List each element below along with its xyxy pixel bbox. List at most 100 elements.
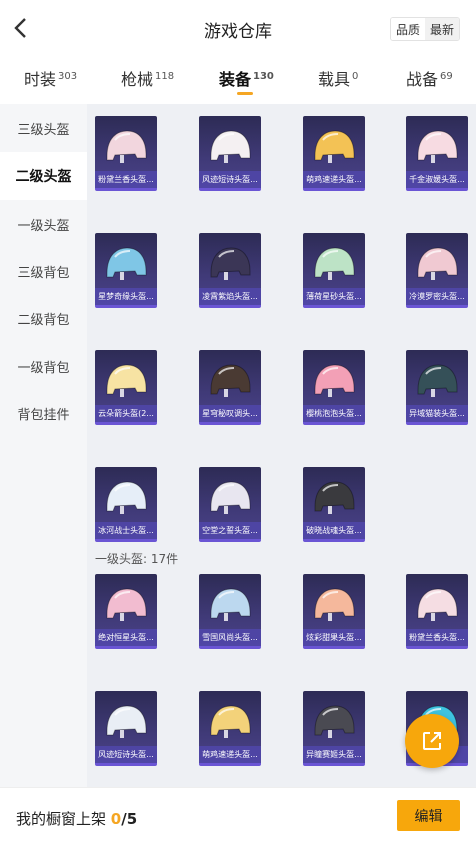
helmet-icon bbox=[417, 364, 458, 397]
item-card-label: 异域猫装头盔... bbox=[406, 405, 468, 422]
item-card[interactable]: 绝对恒星头盔... bbox=[95, 574, 157, 649]
tab-label: 载具 bbox=[318, 70, 351, 89]
helmet-icon bbox=[417, 130, 458, 163]
header: 游戏仓库 品质 最新 bbox=[0, 0, 476, 56]
item-card-label: 炫彩甜果头盔... bbox=[303, 629, 365, 646]
item-card-label: 凌霄紫焰头盔... bbox=[199, 288, 261, 305]
item-card[interactable]: 云朵箭头盔(2... bbox=[95, 350, 157, 425]
helmet-icon bbox=[210, 481, 251, 514]
item-card-label: 雪国风尚头盔... bbox=[199, 629, 261, 646]
tab-guns[interactable]: 枪械 118 bbox=[121, 66, 174, 90]
item-card[interactable]: 星穹秘叹调头... bbox=[199, 350, 261, 425]
helmet-icon bbox=[314, 481, 355, 514]
item-card-label: 薄荷星砂头盔... bbox=[303, 288, 365, 305]
item-card[interactable]: 千金淑媛头盔... bbox=[406, 116, 468, 191]
item-card-label: 冰河战士头盔... bbox=[95, 522, 157, 539]
helmet-icon bbox=[314, 364, 355, 397]
helmet-icon bbox=[106, 247, 147, 280]
tab-count: 303 bbox=[58, 70, 78, 82]
item-card[interactable]: 萌鸡速递头盔... bbox=[199, 691, 261, 766]
helmet-icon bbox=[210, 247, 251, 280]
item-card-label: 风迹短诗头盔... bbox=[199, 171, 261, 188]
tab-vehicles[interactable]: 载具 0 bbox=[318, 66, 358, 90]
item-card[interactable]: 冰河战士头盔... bbox=[95, 467, 157, 542]
tab-equipment[interactable]: 装备 130 bbox=[219, 66, 274, 90]
tab-fashion[interactable]: 时装 303 bbox=[24, 66, 77, 90]
active-tab-indicator bbox=[237, 92, 253, 95]
item-card-label: 绝对恒星头盔... bbox=[95, 629, 157, 646]
item-card-label: 粉黛兰香头盔... bbox=[406, 629, 468, 646]
item-card[interactable]: 粉黛兰香头盔... bbox=[406, 574, 468, 649]
helmet-icon bbox=[106, 705, 147, 738]
item-card[interactable]: 空堂之誓头盔... bbox=[199, 467, 261, 542]
external-link-icon bbox=[423, 732, 441, 750]
sidebar-item-level2-backpack[interactable]: 二级背包 bbox=[0, 294, 87, 342]
showcase-status: 我的橱窗上架 0/5 bbox=[16, 808, 137, 829]
footer-bar: 我的橱窗上架 0/5 编辑 bbox=[0, 787, 476, 843]
sidebar-item-level1-helmet[interactable]: 一级头盔 bbox=[0, 200, 87, 248]
item-card-label: 星穹秘叹调头... bbox=[199, 405, 261, 422]
helmet-icon bbox=[106, 588, 147, 621]
item-card[interactable]: 薄荷星砂头盔... bbox=[303, 233, 365, 308]
item-card[interactable]: 冷漠罗密头盔... bbox=[406, 233, 468, 308]
showcase-total: /5 bbox=[121, 810, 138, 828]
sidebar-item-level3-helmet[interactable]: 三级头盔 bbox=[0, 104, 87, 152]
sidebar-item-level3-backpack[interactable]: 三级背包 bbox=[0, 247, 87, 295]
item-card[interactable]: 雪国风尚头盔... bbox=[199, 574, 261, 649]
item-card[interactable]: 异域猫装头盔... bbox=[406, 350, 468, 425]
item-card-label: 风迹短诗头盔... bbox=[95, 746, 157, 763]
tab-count: 0 bbox=[352, 70, 359, 82]
helmet-icon bbox=[314, 130, 355, 163]
tab-label: 装备 bbox=[219, 70, 252, 89]
showcase-label: 我的橱窗上架 bbox=[16, 810, 107, 828]
sort-option-latest[interactable]: 最新 bbox=[425, 18, 459, 40]
helmet-icon bbox=[106, 481, 147, 514]
helmet-icon bbox=[106, 130, 147, 163]
item-card-label: 萌鸡速递头盔... bbox=[303, 171, 365, 188]
sidebar-item-level2-helmet[interactable]: 二级头盔 bbox=[0, 152, 87, 200]
item-card-label: 破晓战魂头盔... bbox=[303, 522, 365, 539]
sidebar-item-level1-backpack[interactable]: 一级背包 bbox=[0, 342, 87, 390]
helmet-icon bbox=[314, 588, 355, 621]
item-card-label: 粉黛兰香头盔... bbox=[95, 171, 157, 188]
item-card[interactable]: 粉黛兰香头盔... bbox=[95, 116, 157, 191]
item-card[interactable]: 异瞳赛姬头盔... bbox=[303, 691, 365, 766]
item-card-label: 萌鸡速递头盔... bbox=[199, 746, 261, 763]
helmet-icon bbox=[417, 588, 458, 621]
sidebar: 三级头盔 二级头盔 一级头盔 三级背包 二级背包 一级背包 背包挂件 bbox=[0, 104, 87, 787]
showcase-current: 0 bbox=[110, 810, 122, 828]
item-card[interactable]: 炫彩甜果头盔... bbox=[303, 574, 365, 649]
helmet-icon bbox=[210, 705, 251, 738]
item-card[interactable]: 樱桃泡泡头盔... bbox=[303, 350, 365, 425]
share-fab-button[interactable] bbox=[405, 714, 459, 768]
tab-label: 战备 bbox=[406, 70, 439, 89]
item-grid: 一级头盔: 17件 粉黛兰香头盔... 风迹短诗头盔... 萌鸡速递头盔... 千金淑… bbox=[87, 104, 476, 787]
category-tabs: 时装 303 枪械 118 装备 130 载具 0 战备 69 bbox=[0, 56, 476, 104]
tab-label: 时装 bbox=[24, 70, 57, 89]
item-card-label: 异瞳赛姬头盔... bbox=[303, 746, 365, 763]
section-title: 一级头盔: 17件 bbox=[95, 552, 179, 566]
helmet-icon bbox=[210, 364, 251, 397]
item-card[interactable]: 风迹短诗头盔... bbox=[199, 116, 261, 191]
sidebar-item-backpack-pendant[interactable]: 背包挂件 bbox=[0, 389, 87, 437]
item-card-label: 樱桃泡泡头盔... bbox=[303, 405, 365, 422]
edit-button[interactable]: 编辑 bbox=[397, 800, 460, 831]
sort-toggle: 品质 最新 bbox=[390, 17, 460, 41]
tab-label: 枪械 bbox=[121, 70, 154, 89]
sort-option-quality[interactable]: 品质 bbox=[391, 18, 425, 40]
tab-count: 130 bbox=[253, 70, 274, 82]
tab-supplies[interactable]: 战备 69 bbox=[406, 66, 453, 90]
helmet-icon bbox=[314, 705, 355, 738]
item-card-label: 云朵箭头盔(2... bbox=[95, 405, 157, 422]
item-card[interactable]: 星梦奇缘头盔... bbox=[95, 233, 157, 308]
item-card-label: 星梦奇缘头盔... bbox=[95, 288, 157, 305]
item-card[interactable]: 萌鸡速递头盔... bbox=[303, 116, 365, 191]
item-card[interactable]: 凌霄紫焰头盔... bbox=[199, 233, 261, 308]
item-card[interactable]: 破晓战魂头盔... bbox=[303, 467, 365, 542]
tab-count: 69 bbox=[440, 70, 453, 82]
helmet-icon bbox=[210, 588, 251, 621]
helmet-icon bbox=[417, 247, 458, 280]
item-card[interactable]: 风迹短诗头盔... bbox=[95, 691, 157, 766]
helmet-icon bbox=[210, 130, 251, 163]
item-card-label: 千金淑媛头盔... bbox=[406, 171, 468, 188]
